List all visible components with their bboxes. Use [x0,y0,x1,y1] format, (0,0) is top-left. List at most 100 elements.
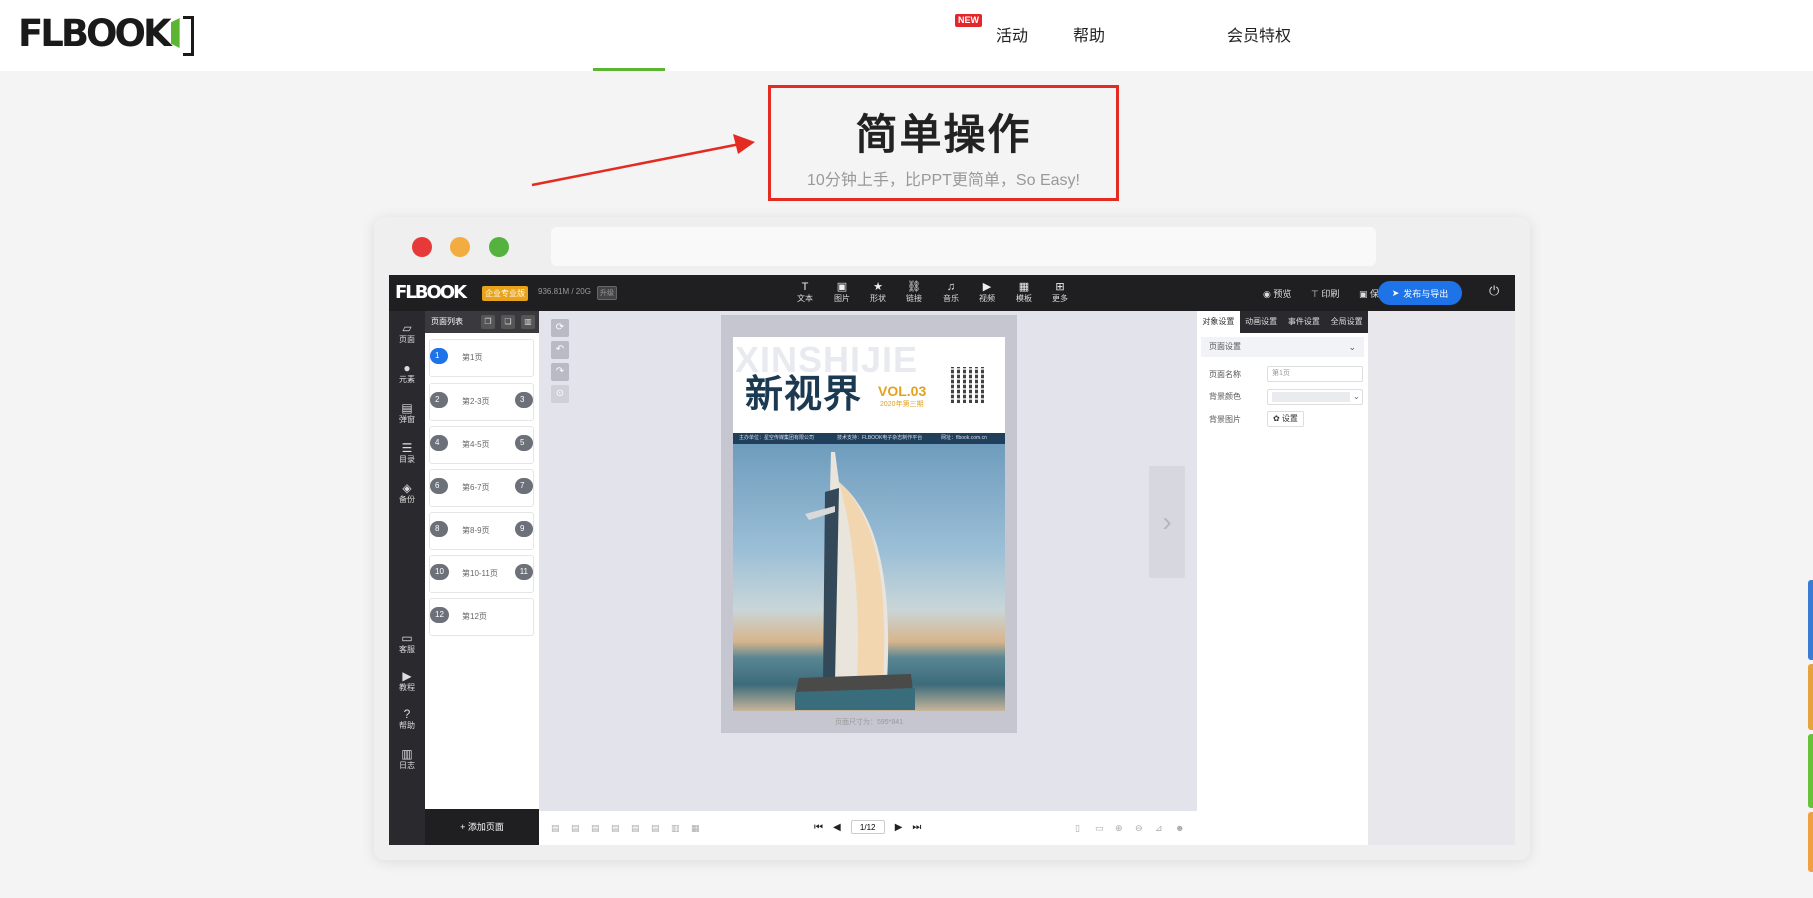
popup-icon: ▤ [401,401,413,415]
single-page-icon[interactable]: ▯ [1075,823,1080,834]
page-thumb-4-5[interactable]: 4 第4-5页 5 [429,426,534,464]
storage-usage: 936.81M / 20G [538,287,591,296]
align-center-icon[interactable]: ▤ [571,823,580,834]
next-page-icon[interactable]: ▶ [895,822,903,833]
prev-page-icon[interactable]: ◀ [833,822,841,833]
cover-issue[interactable]: 2020年第三期 [880,399,924,409]
side-tab-blue[interactable] [1808,580,1813,660]
publish-export-button[interactable]: ➤ 发布与导出 [1378,281,1462,305]
text-icon: T [801,281,809,293]
upgrade-button[interactable]: 升级 [597,286,617,300]
tool-video[interactable]: ▶ 视频 [974,281,1000,304]
qr-code[interactable] [951,367,987,403]
rotate-icon[interactable]: ⟳ [551,319,569,337]
power-icon[interactable]: ⏻ [1489,283,1499,299]
align-top-icon[interactable]: ▤ [611,823,620,834]
window-close-dot [412,237,432,257]
play-circle-icon: ▶ [402,669,412,683]
cover-volume[interactable]: VOL.03 [878,383,926,399]
tool-music[interactable]: ♫ 音乐 [938,281,964,304]
left-nav-service[interactable]: ▭ 客服 [389,631,425,655]
page-thumb-8-9[interactable]: 8 第8-9页 9 [429,512,534,550]
left-nav-toc[interactable]: ☰ 目录 [389,441,425,465]
add-page-button[interactable]: + 添加页面 [425,809,539,845]
last-page-icon[interactable]: ⏭ [912,822,921,833]
undo-icon[interactable]: ↶ [551,341,569,359]
zoom-in-icon[interactable]: ⊕ [1115,823,1123,834]
left-nav-elements[interactable]: ● 元素 [389,361,425,385]
trash-icon[interactable]: ▥ [521,315,535,329]
side-tab-green[interactable] [1808,734,1813,808]
music-icon: ♫ [946,281,956,293]
page-thumb-2-3[interactable]: 2 第2-3页 3 [429,383,534,421]
align-middle-icon[interactable]: ▤ [631,823,640,834]
cover-title[interactable]: 新视界 [745,363,862,418]
emoji-icon[interactable]: ☻ [1175,823,1184,833]
first-page-icon[interactable]: ⏮ [814,822,823,833]
next-page-arrow[interactable]: › [1149,466,1185,578]
copy-page-icon[interactable]: ❐ [481,315,495,329]
left-nav-tutorial[interactable]: ▶ 教程 [389,669,425,693]
align-left-icon[interactable]: ▤ [551,823,560,834]
tab-event-settings[interactable]: 事件设置 [1283,311,1326,333]
zoom-out-icon[interactable]: ⊖ [1135,823,1143,834]
editor-logo: FLBOOK [395,282,467,303]
image-icon: ▣ [836,281,848,293]
page-thumb-10-11[interactable]: 10 第10-11页 11 [429,555,534,593]
distribute-v-icon[interactable]: ▦ [691,823,700,834]
redo-icon[interactable]: ↷ [551,363,569,381]
magazine-cover[interactable]: XINSHIJIE 新视界 VOL.03 2020年第三期 主办单位：星空传媒集… [733,337,1005,711]
cover-photo[interactable] [733,444,1005,711]
window-minimize-dot [450,237,470,257]
nav-item-activities[interactable]: 活动 [996,22,1028,46]
section-title: 简单操作 [855,111,1032,158]
tab-global-settings[interactable]: 全局设置 [1325,311,1368,333]
left-nav-pages[interactable]: ▱ 页面 [389,321,425,345]
page-thumb-12[interactable]: 12 第12页 [429,598,534,636]
nav-item-membership[interactable]: 会员特权 [1227,22,1291,46]
align-bottom-icon[interactable]: ▤ [651,823,660,834]
plan-badge: 企业专业版 [482,286,528,301]
page-number-input[interactable] [850,820,885,834]
page-frame: XINSHIJIE 新视界 VOL.03 2020年第三期 主办单位：星空传媒集… [721,315,1017,733]
tab-animation-settings[interactable]: 动画设置 [1240,311,1283,333]
left-nav-help[interactable]: ? 帮助 [389,707,425,731]
elements-icon: ● [403,361,411,375]
print-icon: ⊤ [1311,289,1322,299]
left-nav-backup[interactable]: ◈ 备份 [389,481,425,505]
page-settings-section[interactable]: 页面设置 ⌄ [1201,337,1364,357]
nav-item-help[interactable]: 帮助 [1073,22,1105,46]
print-button[interactable]: ⊤ 印刷 [1311,287,1339,300]
tab-object-settings[interactable]: 对象设置 [1197,311,1240,333]
duplicate-page-icon[interactable]: ❏ [501,315,515,329]
page-name-input[interactable]: 第1页 [1267,366,1363,382]
preview-button[interactable]: ◉ 预览 [1263,287,1291,300]
left-nav-popup[interactable]: ▤ 弹窗 [389,401,425,425]
ruler-icon[interactable]: ⊿ [1155,823,1163,834]
align-right-icon[interactable]: ▤ [591,823,600,834]
tool-more[interactable]: ⊞ 更多 [1047,281,1073,304]
chevron-down-icon: ⌄ [1353,392,1360,401]
flbook-logo[interactable]: FLBOOK [18,12,194,56]
tool-template[interactable]: ▦ 模板 [1011,281,1037,304]
tool-text[interactable]: T 文本 [792,281,818,304]
tool-link[interactable]: ⛓ 链接 [901,281,927,304]
left-nav-log[interactable]: ▥ 日志 [389,747,425,771]
section-subtitle: 10分钟上手，比PPT更简单，So Easy! [807,172,1080,189]
page-thumb-1[interactable]: 1 第1页 [429,339,534,377]
bg-color-select[interactable]: ⌄ [1267,389,1363,405]
reset-icon[interactable]: ⊙ [551,385,569,403]
double-page-icon[interactable]: ▭ [1095,823,1104,834]
distribute-h-icon[interactable]: ▥ [671,823,680,834]
property-tabs: 对象设置 动画设置 事件设置 全局设置 [1197,311,1368,333]
layers-icon: ◈ [402,481,412,495]
editor-bottom-bar: ▤ ▤ ▤ ▤ ▤ ▤ ▥ ▦ ⏮ ◀ ▶ ⏭ ▯ ▭ ⊕ ⊖ ⊿ ☻ [539,811,1197,845]
play-icon: ▶ [982,281,992,293]
page-thumb-6-7[interactable]: 6 第6-7页 7 [429,469,534,507]
cover-info-strip[interactable]: 主办单位：星空传媒集团有限公司 技术支持：FLBOOK电子杂志制作平台 网址：f… [733,433,1005,444]
side-tab-orange[interactable] [1808,664,1813,730]
side-tab-amber[interactable] [1808,812,1813,872]
bg-image-settings-button[interactable]: ✿ 设置 [1267,411,1304,427]
tool-shape[interactable]: ★ 形状 [865,281,891,304]
tool-image[interactable]: ▣ 图片 [829,281,855,304]
